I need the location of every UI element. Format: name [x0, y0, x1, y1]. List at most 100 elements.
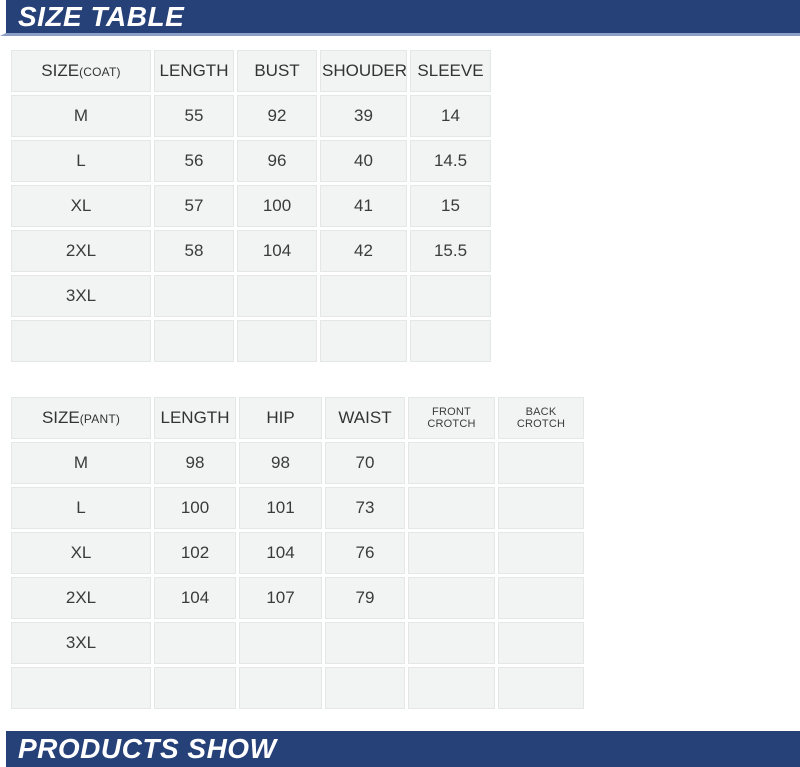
coat-value-cell: 14 [410, 95, 491, 137]
coat-header-row: SIZE(COAT) LENGTH BUST SHOUDER SLEEVE [11, 50, 491, 92]
pant-size-cell [11, 667, 151, 709]
coat-header-label: BUST [254, 61, 300, 80]
pant-size-cell: M [11, 442, 151, 484]
coat-header-label: SHOUDER [322, 61, 408, 80]
coat-header-label: SIZE [41, 61, 80, 80]
pant-value-cell [239, 622, 322, 664]
table-row: L 56 96 40 14.5 [11, 140, 491, 182]
pant-value-cell: 104 [154, 577, 236, 619]
pant-size-table: SIZE(PANT) LENGTH HIP WAIST FRONT CROTCH BACK… [8, 394, 587, 712]
coat-value-cell: 39 [320, 95, 407, 137]
coat-value-cell: 92 [237, 95, 317, 137]
coat-header-label: LENGTH [159, 61, 229, 80]
coat-size-cell: 2XL [11, 230, 151, 272]
pant-header-cell: WAIST [325, 397, 405, 439]
pant-value-cell: 73 [325, 487, 405, 529]
coat-value-cell: 42 [320, 230, 407, 272]
table-row: 2XL 58 104 42 15.5 [11, 230, 491, 272]
pant-value-cell [498, 487, 584, 529]
coat-header-cell: BUST [237, 50, 317, 92]
pant-value-cell: 101 [239, 487, 322, 529]
table-row: XL 57 100 41 15 [11, 185, 491, 227]
pant-value-cell: 102 [154, 532, 236, 574]
coat-value-cell: 55 [154, 95, 234, 137]
pant-value-cell: 104 [239, 532, 322, 574]
pant-size-cell: XL [11, 532, 151, 574]
pant-header-cell: SIZE(PANT) [11, 397, 151, 439]
coat-value-cell: 14.5 [410, 140, 491, 182]
pant-header-sublabel: (PANT) [79, 412, 121, 426]
coat-value-cell: 57 [154, 185, 234, 227]
coat-value-cell [410, 275, 491, 317]
size-table-banner: SIZE TABLE [0, 0, 800, 36]
pant-header-label: SIZE [41, 408, 80, 427]
coat-value-cell: 41 [320, 185, 407, 227]
pant-value-cell: 76 [325, 532, 405, 574]
pant-value-cell [498, 622, 584, 664]
coat-value-cell: 100 [237, 185, 317, 227]
pant-size-cell: L [11, 487, 151, 529]
coat-header-cell: SHOUDER [320, 50, 407, 92]
table-row: M 55 92 39 14 [11, 95, 491, 137]
coat-value-cell: 15.5 [410, 230, 491, 272]
size-table-banner-title: SIZE TABLE [18, 0, 185, 32]
pant-value-cell [325, 667, 405, 709]
pant-value-cell [154, 667, 236, 709]
coat-size-cell: 3XL [11, 275, 151, 317]
table-row: L 100 101 73 [11, 487, 584, 529]
pant-header-row: SIZE(PANT) LENGTH HIP WAIST FRONT CROTCH BACK… [11, 397, 584, 439]
table-row [11, 320, 491, 362]
pant-header-label: WAIST [338, 408, 392, 427]
coat-size-cell: L [11, 140, 151, 182]
pant-value-cell [408, 577, 495, 619]
coat-header-sublabel: (COAT) [79, 65, 121, 79]
pant-header-label: LENGTH [160, 408, 230, 427]
pant-value-cell [408, 532, 495, 574]
pant-header-cell: LENGTH [154, 397, 236, 439]
coat-value-cell: 15 [410, 185, 491, 227]
pant-size-cell: 2XL [11, 577, 151, 619]
coat-size-cell [11, 320, 151, 362]
table-row: M 98 98 70 [11, 442, 584, 484]
coat-size-cell: XL [11, 185, 151, 227]
products-show-banner-title: PRODUCTS SHOW [18, 733, 277, 764]
pant-value-cell [154, 622, 236, 664]
pant-value-cell [408, 667, 495, 709]
pant-header-label: HIP [266, 408, 295, 427]
coat-value-cell [320, 320, 407, 362]
coat-header-cell: SIZE(COAT) [11, 50, 151, 92]
pant-value-cell [239, 667, 322, 709]
table-row: XL 102 104 76 [11, 532, 584, 574]
coat-header-cell: SLEEVE [410, 50, 491, 92]
coat-size-table: SIZE(COAT) LENGTH BUST SHOUDER SLEEVE M 55 92 39… [8, 47, 494, 365]
pant-header-cell: HIP [239, 397, 322, 439]
pant-value-cell [498, 667, 584, 709]
pant-value-cell [498, 442, 584, 484]
coat-value-cell: 96 [237, 140, 317, 182]
pant-value-cell [408, 442, 495, 484]
coat-value-cell [154, 320, 234, 362]
pant-header-label: BACK CROTCH [516, 406, 566, 430]
table-row: 3XL [11, 275, 491, 317]
pant-value-cell: 98 [154, 442, 236, 484]
pant-value-cell [325, 622, 405, 664]
coat-header-label: SLEEVE [417, 61, 484, 80]
coat-value-cell [154, 275, 234, 317]
table-row: 2XL 104 107 79 [11, 577, 584, 619]
coat-value-cell [410, 320, 491, 362]
coat-header-cell: LENGTH [154, 50, 234, 92]
coat-value-cell [237, 275, 317, 317]
table-row [11, 667, 584, 709]
pant-header-label: FRONT CROTCH [427, 406, 476, 430]
pant-value-cell [408, 487, 495, 529]
coat-value-cell: 40 [320, 140, 407, 182]
pant-size-cell: 3XL [11, 622, 151, 664]
pant-value-cell: 70 [325, 442, 405, 484]
coat-size-cell: M [11, 95, 151, 137]
pant-value-cell: 79 [325, 577, 405, 619]
pant-value-cell: 98 [239, 442, 322, 484]
table-row: 3XL [11, 622, 584, 664]
coat-value-cell: 58 [154, 230, 234, 272]
coat-value-cell [320, 275, 407, 317]
coat-value-cell: 104 [237, 230, 317, 272]
